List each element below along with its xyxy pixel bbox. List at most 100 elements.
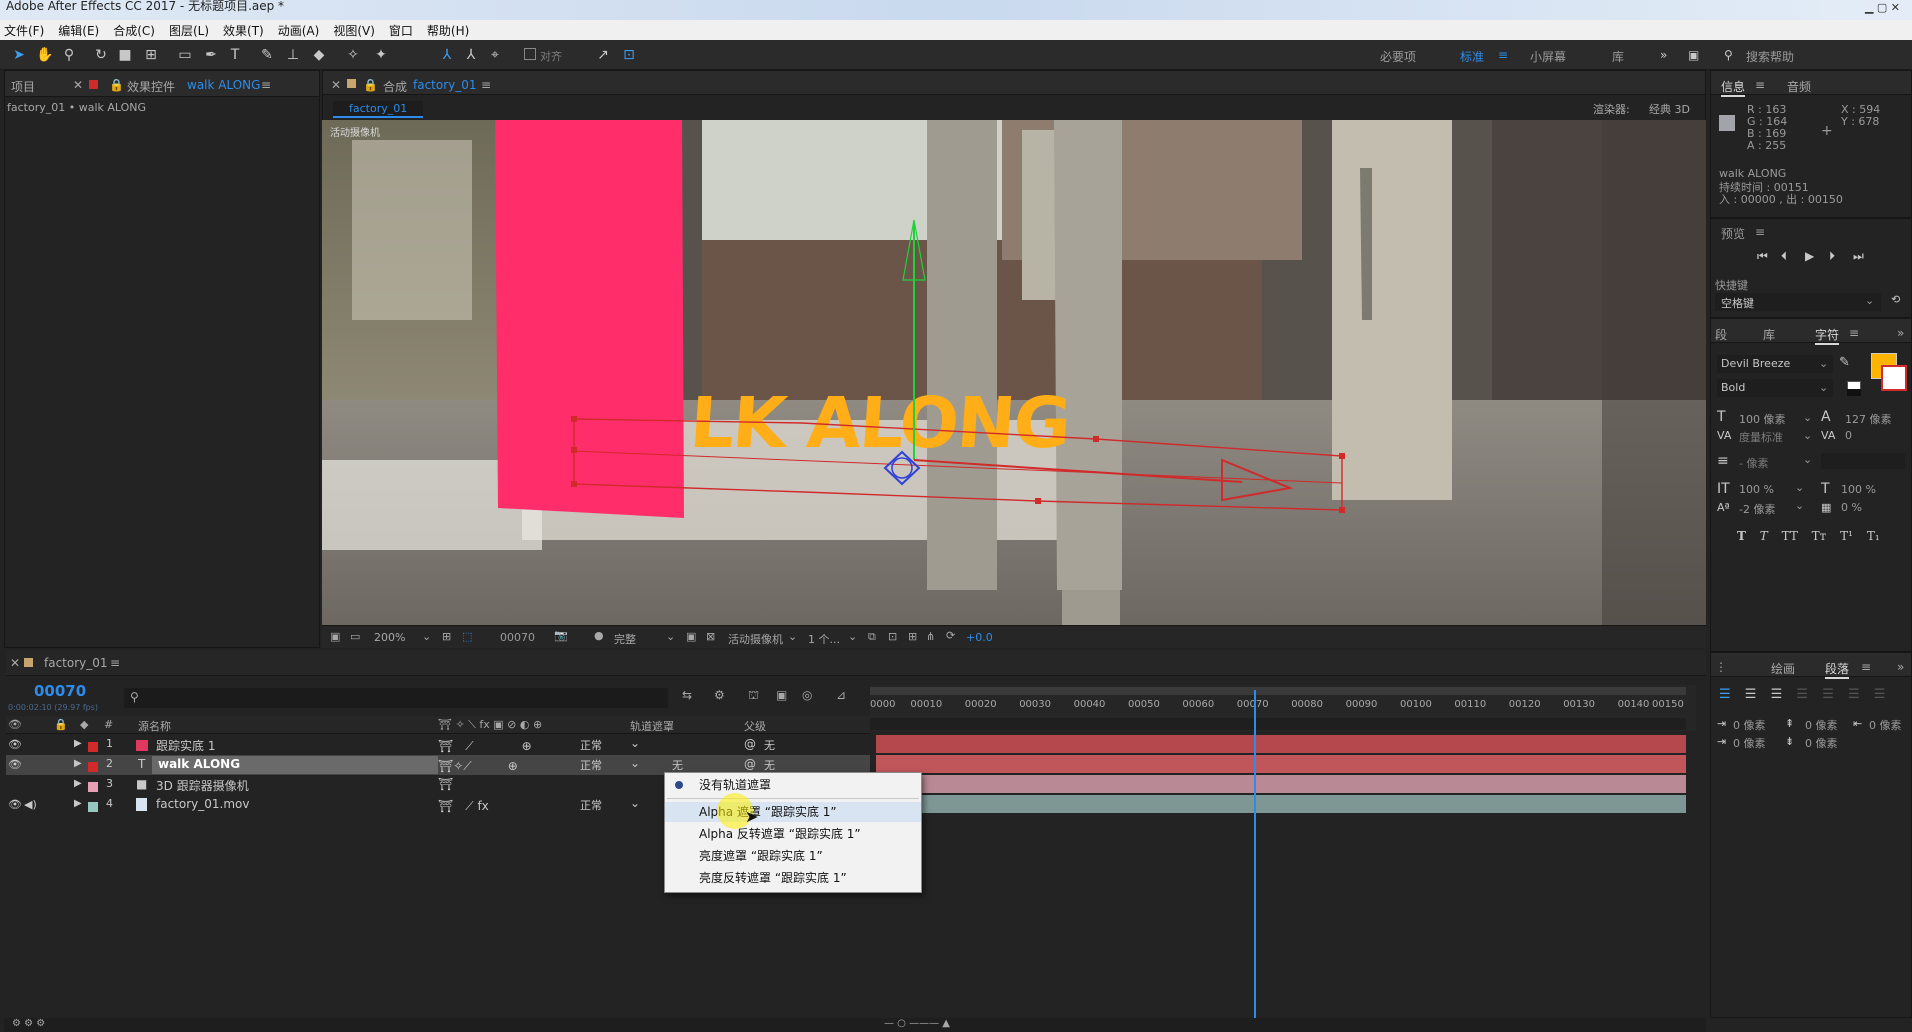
parent-pickwhip-icon[interactable]: @ <box>744 757 756 771</box>
faux-bold-button[interactable]: T <box>1737 529 1746 543</box>
vertical-scale-value[interactable]: 100 % <box>1739 483 1774 496</box>
tsume-value[interactable]: 0 % <box>1841 501 1862 514</box>
snapshot-icon[interactable]: 📷 <box>554 629 568 642</box>
menu-item-no-matte[interactable]: 没有轨道遮罩 <box>665 775 921 795</box>
camera-dropdown[interactable]: 活动摄像机 <box>728 631 783 647</box>
layer-switches[interactable]: ⛩✧⟋ ⊕ <box>438 757 518 774</box>
paragraph-menu-icon[interactable]: ≡ <box>1861 660 1871 674</box>
tab-paragraph-short[interactable]: 段 <box>1715 326 1727 343</box>
comp-menu-icon[interactable]: ≡ <box>481 78 491 92</box>
superscript-button[interactable]: T¹ <box>1840 529 1853 543</box>
type-tool-icon[interactable]: T <box>226 46 244 64</box>
layer-label-color[interactable] <box>88 782 98 792</box>
layer-label-color[interactable] <box>88 742 98 752</box>
snap-icon[interactable]: ↗ <box>594 46 612 64</box>
close-tab-icon[interactable]: ✕ <box>73 78 83 92</box>
faux-italic-button[interactable]: T <box>1760 529 1768 543</box>
layer-name[interactable]: factory_01.mov <box>156 797 249 811</box>
layer-switches[interactable]: ⛩ ⟋ fx <box>438 797 489 814</box>
graph-editor-icon[interactable]: ⊿ <box>836 688 846 702</box>
shortcut-dropdown[interactable]: 空格键 ⌄ <box>1715 293 1881 311</box>
puppet-pin-icon[interactable]: ✦ <box>372 46 390 64</box>
small-caps-button[interactable]: Tт <box>1812 529 1827 543</box>
transparency-grid-icon[interactable]: ⊠ <box>706 630 715 643</box>
snap-grid-icon[interactable]: ⊡ <box>620 46 638 64</box>
layer-label-color[interactable] <box>88 762 98 772</box>
justify-left-icon[interactable]: ☰ <box>1796 687 1808 702</box>
indent-right-value[interactable]: 0 像素 <box>1869 717 1902 733</box>
tab-preview[interactable]: 预览 <box>1721 225 1745 242</box>
toggle-switches-icon[interactable]: ⚙ ⚙ ⚙ <box>12 1018 45 1029</box>
align-checkbox[interactable] <box>524 48 536 60</box>
blend-mode-dropdown[interactable]: 正常 <box>580 757 602 773</box>
visibility-eye-icon[interactable]: 👁 <box>8 738 22 751</box>
av-features-icon[interactable]: 👁 <box>8 718 22 731</box>
visibility-eye-icon[interactable]: 👁 <box>8 758 22 771</box>
blend-chevron-icon[interactable]: ⌄ <box>630 796 640 810</box>
comp-mini-flowchart-icon[interactable]: ⇆ <box>682 688 692 702</box>
window-controls[interactable]: ▁ ▢ ✕ <box>1865 2 1900 14</box>
menu-help[interactable]: 帮助(H) <box>427 22 469 39</box>
tab-effect-controls[interactable]: 效果控件 <box>127 78 175 95</box>
font-style-dropdown[interactable]: Bold <box>1717 379 1833 397</box>
comp-flowchart-icon[interactable]: ⋔ <box>926 630 935 643</box>
views-dropdown[interactable]: 1 个... <box>808 631 840 647</box>
shy-layers-icon[interactable]: ⛫ <box>748 688 759 704</box>
pan-behind-icon[interactable]: ⊞ <box>142 46 160 64</box>
kerning-chevron-icon[interactable]: ⌄ <box>1803 429 1812 442</box>
region-icon[interactable]: ▣ <box>686 630 696 643</box>
audio-speaker-icon[interactable]: ◀) <box>24 798 37 811</box>
layer-row-1[interactable]: 👁 ▶ 1 跟踪实底 1 ⛩ ⟋ ⊕ 正常 ⌄ @ 无 <box>6 735 870 755</box>
rectangle-tool-icon[interactable]: ▭ <box>176 46 194 64</box>
zoom-slider[interactable]: — ○ ——— ▲ <box>884 1018 950 1029</box>
motion-blur-icon[interactable]: ◎ <box>802 688 812 702</box>
exposure-value[interactable]: +0.0 <box>966 631 993 644</box>
selection-tool-icon[interactable]: ➤ <box>10 46 28 64</box>
menu-view[interactable]: 视图(V) <box>333 22 375 39</box>
lock-icon[interactable]: 🔒 <box>109 78 124 92</box>
tab-paint[interactable]: 绘画 <box>1771 660 1795 677</box>
eyedropper-icon[interactable]: ✎ <box>1839 355 1850 370</box>
composition-viewer[interactable]: 活动摄像机 LK ALONG <box>322 120 1706 625</box>
comp-tab-label[interactable]: 合成 <box>383 78 407 95</box>
sync-settings-icon[interactable]: ▣ <box>1688 48 1699 62</box>
last-frame-icon[interactable]: ⏭ <box>1853 249 1864 264</box>
comp-lock-icon[interactable]: 🔒 <box>363 78 378 92</box>
preview-menu-icon[interactable]: ≡ <box>1755 225 1765 239</box>
stroke-chevron-icon[interactable]: ⌄ <box>1803 453 1812 466</box>
stroke-type-dropdown[interactable] <box>1821 453 1905 469</box>
work-area-bar[interactable] <box>870 687 1686 695</box>
mask-icon[interactable]: ⬚ <box>462 630 472 643</box>
views-chevron-icon[interactable]: ⌄ <box>848 630 857 643</box>
eraser-icon[interactable]: ◆ <box>310 46 328 64</box>
info-menu-icon[interactable]: ≡ <box>1755 78 1765 92</box>
menu-layer[interactable]: 图层(L) <box>169 22 209 39</box>
font-size-chevron-icon[interactable]: ⌄ <box>1803 411 1812 424</box>
display-icon[interactable]: ▭ <box>350 630 360 643</box>
kerning-value[interactable]: 度量标准 <box>1739 429 1783 445</box>
justify-all-icon[interactable]: ☰ <box>1874 687 1886 702</box>
layer-switches[interactable]: ⛩ <box>438 777 453 791</box>
workspace-essentials[interactable]: 必要项 <box>1380 48 1416 65</box>
panel-menu-icon[interactable]: ≡ <box>261 78 271 92</box>
hand-tool-icon[interactable]: ✋ <box>36 46 54 64</box>
expand-arrow-icon[interactable]: ▶ <box>74 778 82 789</box>
close-comp-tab-icon[interactable]: ✕ <box>331 78 341 92</box>
layer-name[interactable]: 3D 跟踪器摄像机 <box>156 777 249 794</box>
workspace-small-screen[interactable]: 小屏幕 <box>1530 48 1566 65</box>
menu-effect[interactable]: 效果(T) <box>223 22 264 39</box>
panel-overflow-icon[interactable]: » <box>1897 326 1904 340</box>
zoom-dropdown[interactable]: 200% <box>374 631 405 644</box>
zoom-chevron-icon[interactable]: ⌄ <box>422 630 431 643</box>
clone-stamp-icon[interactable]: ⊥ <box>284 46 302 64</box>
tab-libraries[interactable]: 库 <box>1763 326 1775 343</box>
subscript-button[interactable]: T₁ <box>1867 529 1880 543</box>
blend-chevron-icon[interactable]: ⌄ <box>630 756 640 770</box>
current-time[interactable]: 00070 <box>34 682 86 700</box>
parent-pickwhip-icon[interactable]: @ <box>744 737 756 751</box>
pen-tool-icon[interactable]: ✒ <box>202 46 220 64</box>
viewer-timecode[interactable]: 00070 <box>500 631 535 644</box>
more-workspaces-icon[interactable]: » <box>1660 48 1667 62</box>
font-family-dropdown[interactable]: Devil Breeze <box>1717 355 1833 373</box>
source-name-header[interactable]: 源名称 <box>138 718 171 734</box>
